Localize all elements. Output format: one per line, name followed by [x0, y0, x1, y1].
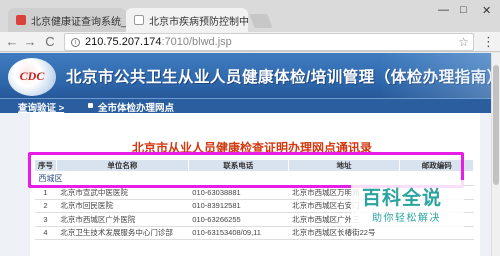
- watermark-subtitle: 助你轻松解决: [372, 213, 441, 224]
- row-phone: 010-63266255: [188, 212, 289, 227]
- browser-menu-icon[interactable]: ⋮: [482, 34, 495, 50]
- site-banner: CDC 北京市公共卫生从业人员健康体检/培训管理（体检办理指南）: [0, 53, 500, 98]
- scrollbar-thumb[interactable]: [493, 65, 499, 185]
- bookmark-star-icon[interactable]: ☆: [458, 35, 469, 49]
- info-icon[interactable]: i: [71, 37, 80, 47]
- row-name: 北京市西城区广外医院: [56, 212, 189, 227]
- cdc-logo: CDC: [8, 58, 56, 96]
- table-row: 4 北京卫生技术发展服务中心门诊部 010-63153408/09,11 北京市…: [34, 226, 474, 240]
- forward-button[interactable]: →: [22, 34, 38, 50]
- row-no: 2: [34, 199, 57, 213]
- row-no: 4: [34, 226, 57, 240]
- row-phone: 010-83912581: [188, 199, 289, 213]
- nav-query-verify[interactable]: 查询验证 >: [18, 100, 64, 114]
- tab-strip: 北京健康证查询系统_百 × 北京市疾病预防控制中心 × — □ ✕: [0, 0, 500, 32]
- back-button[interactable]: ←: [4, 34, 20, 50]
- row-phone: 010-63153408/09,11: [188, 226, 289, 240]
- favicon-icon: [16, 15, 26, 25]
- tab-cdc[interactable]: 北京市疾病预防控制中心 ×: [126, 8, 248, 32]
- watermark-title: 百科全说: [362, 188, 443, 209]
- address-bar[interactable]: i 210.75.207.174 :7010/blwd.jsp ☆: [64, 33, 474, 51]
- new-tab-button[interactable]: [249, 14, 273, 28]
- browser-toolbar: ← → C i 210.75.207.174 :7010/blwd.jsp ☆: [0, 32, 500, 52]
- logo-text: CDC: [19, 69, 45, 83]
- site-nav: 查询验证 > 全市体检办理网点: [0, 98, 500, 114]
- url-host: 210.75.207.174: [85, 36, 162, 48]
- banner-decoration: [380, 53, 500, 98]
- row-name: 北京市回民医院: [56, 199, 189, 213]
- row-zip: [399, 226, 474, 240]
- reload-button[interactable]: C: [42, 34, 58, 50]
- row-no: 3: [34, 212, 57, 227]
- tab-label: 北京健康证查询系统_百 ×: [31, 16, 126, 28]
- close-window-button[interactable]: ✕: [482, 4, 491, 17]
- row-name: 北京卫生技术发展服务中心门诊部: [56, 226, 189, 240]
- row-address: 北京市西城区长椿街22号: [288, 226, 400, 240]
- page-scrollbar[interactable]: [491, 53, 500, 256]
- nav-bullet-icon: [88, 103, 93, 108]
- url-path: :7010/blwd.jsp: [161, 36, 232, 48]
- page-icon: [134, 15, 144, 25]
- minimize-button[interactable]: —: [438, 4, 449, 16]
- nav-exam-sites[interactable]: 全市体检办理网点: [98, 100, 174, 114]
- tab-health-query[interactable]: 北京健康证查询系统_百 ×: [8, 8, 126, 32]
- tab-label: 北京市疾病预防控制中心 ×: [149, 16, 248, 28]
- maximize-button[interactable]: □: [460, 4, 467, 16]
